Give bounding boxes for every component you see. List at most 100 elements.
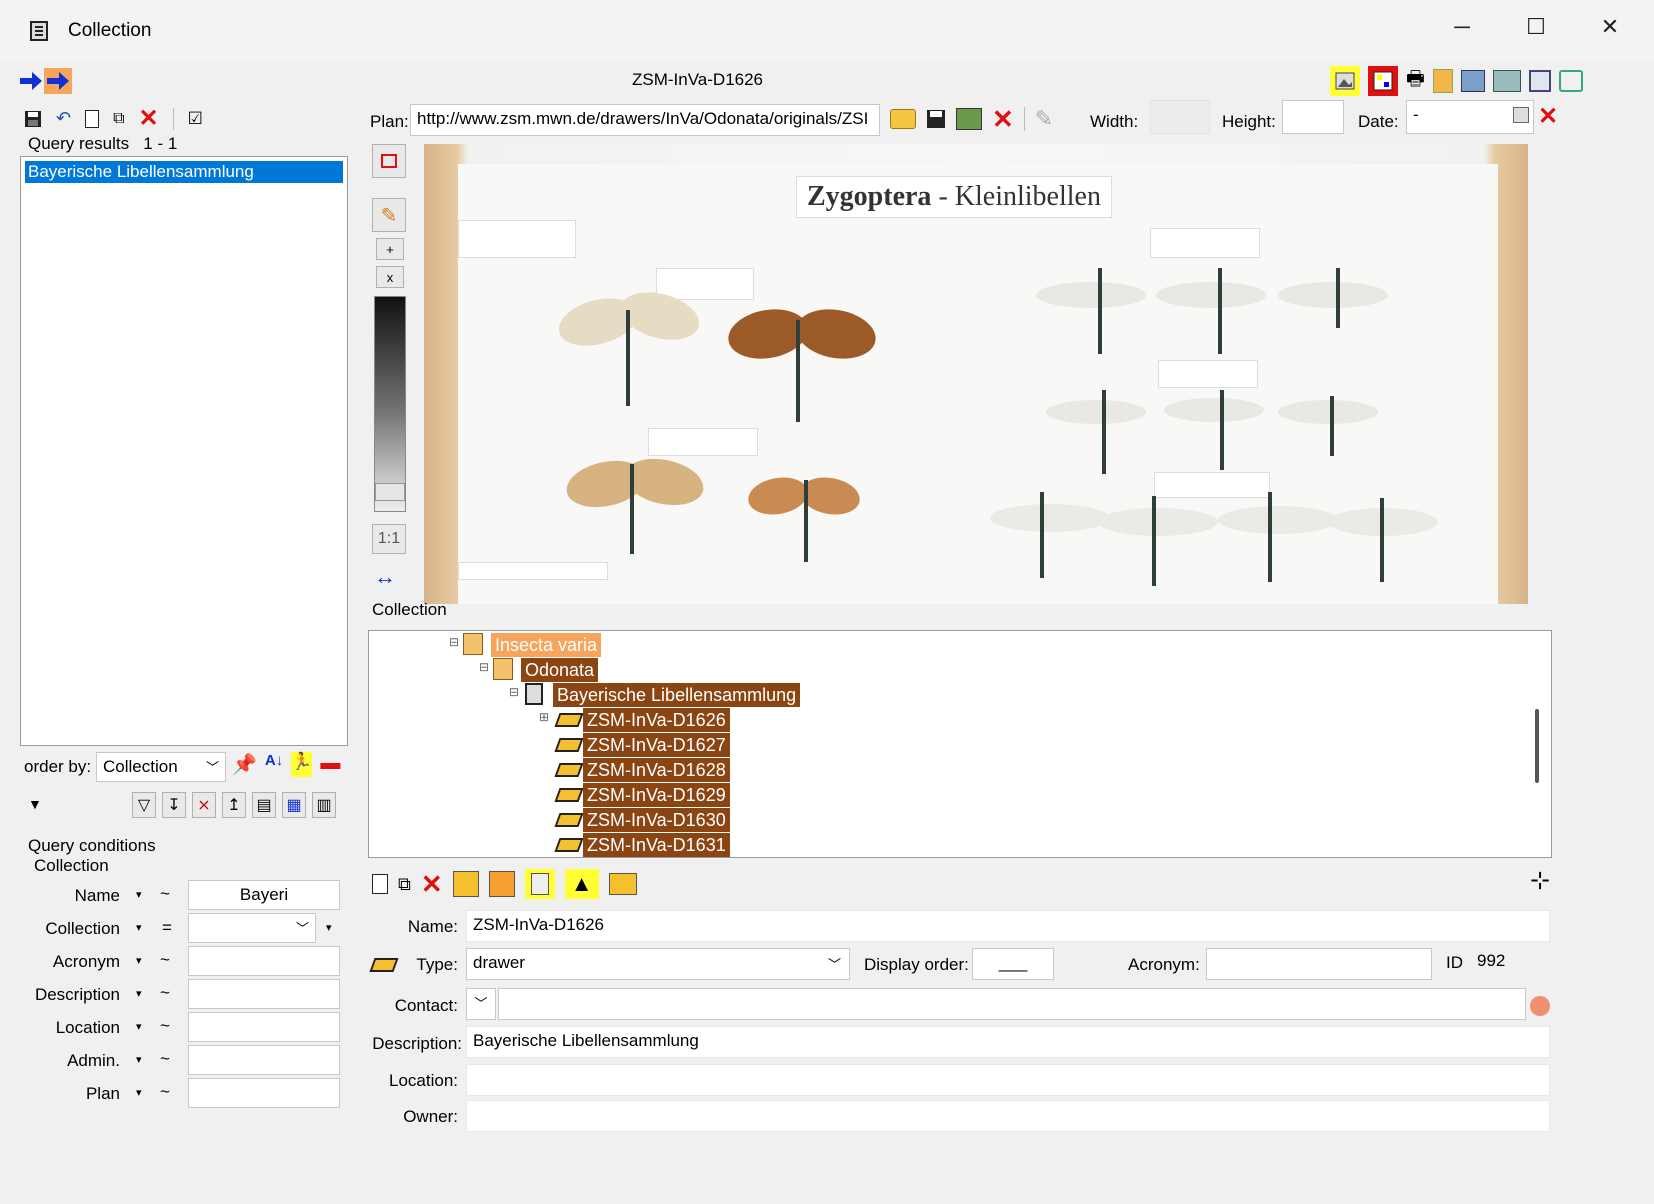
tree-node[interactable]: Odonata xyxy=(521,658,599,682)
drawer-icon[interactable] xyxy=(1432,69,1453,93)
delete-icon[interactable]: ✕ xyxy=(421,869,443,900)
open-folder-icon[interactable] xyxy=(890,109,916,129)
drawer-image[interactable]: Zygoptera - Kleinlibellen xyxy=(424,144,1528,604)
description-condition-input[interactable] xyxy=(188,979,340,1009)
tree-node[interactable]: ZSM-InVa-D1630 xyxy=(583,808,730,832)
catalog-icon[interactable] xyxy=(1460,70,1485,92)
warning-icon[interactable]: ▲ xyxy=(564,869,599,899)
expand-icon[interactable]: ⊞ xyxy=(539,710,549,724)
clear-date-icon[interactable]: ✕ xyxy=(1538,102,1558,131)
zoom-in-button[interactable]: + xyxy=(376,238,404,260)
new-icon[interactable] xyxy=(85,109,100,128)
image-icon[interactable] xyxy=(1330,66,1360,96)
zoom-1to1-button[interactable]: 1:1 xyxy=(372,524,406,554)
owner-input[interactable] xyxy=(466,1100,1550,1132)
image-save-icon[interactable] xyxy=(956,108,982,130)
add-all-icon[interactable]: ↥ xyxy=(222,792,246,818)
rectangle-tool-button[interactable] xyxy=(372,144,406,178)
date-input[interactable]: - xyxy=(1406,100,1534,134)
document-icon[interactable] xyxy=(524,869,555,899)
display-order-input[interactable]: ___ xyxy=(972,948,1054,980)
contact-dropdown[interactable]: ﹀ xyxy=(466,988,496,1020)
extra-dropdown-icon[interactable]: ▾ xyxy=(326,921,332,934)
fit-width-icon[interactable]: ↔ xyxy=(374,564,396,590)
operator-dropdown-icon[interactable]: ▾ xyxy=(136,954,142,967)
list-item[interactable]: Bayerische Libellensammlung xyxy=(25,161,343,183)
tree-node[interactable]: Insecta varia xyxy=(491,633,602,657)
contact-input[interactable] xyxy=(498,988,1526,1020)
columns-icon[interactable]: ▥ xyxy=(312,792,336,818)
operator-dropdown-icon[interactable]: ▾ xyxy=(136,1053,142,1066)
checkbox-icon[interactable]: ☑ xyxy=(188,109,203,129)
pin-layout-icon[interactable]: ⊹ xyxy=(1530,866,1550,895)
preview-icon[interactable] xyxy=(1528,70,1551,92)
maximize-button[interactable]: ☐ xyxy=(1506,14,1566,40)
admin-condition-input[interactable] xyxy=(188,1045,340,1075)
run-query-icon[interactable]: 🏃 xyxy=(291,752,313,777)
delete-plan-icon[interactable]: ✕ xyxy=(992,104,1014,135)
tree-node[interactable]: ZSM-InVa-D1631 xyxy=(583,833,730,857)
tree-scrollbar[interactable] xyxy=(1535,709,1539,783)
tree-node[interactable]: ZSM-InVa-D1626 xyxy=(583,708,730,732)
tree-node[interactable]: ZSM-InVa-D1629 xyxy=(583,783,730,807)
zoom-reset-button[interactable]: x xyxy=(376,266,404,288)
operator-dropdown-icon[interactable]: ▾ xyxy=(136,1020,142,1033)
type-menu-icon[interactable] xyxy=(608,873,637,895)
delete-icon[interactable]: ✕ xyxy=(139,104,159,133)
remove-from-list-icon[interactable]: ⨯ xyxy=(192,792,216,818)
height-input[interactable] xyxy=(1282,100,1344,134)
pencil-tool-button[interactable]: ✎ xyxy=(372,198,406,232)
save-icon[interactable] xyxy=(24,110,42,128)
remove-icon[interactable]: ▬ xyxy=(320,752,340,777)
list-icon[interactable]: ▤ xyxy=(252,792,276,818)
location-condition-input[interactable] xyxy=(188,1012,340,1042)
plan-icon[interactable] xyxy=(1368,66,1398,96)
close-button[interactable]: ✕ xyxy=(1580,14,1640,40)
collapse-icon[interactable]: ⊟ xyxy=(509,685,519,699)
copy-icon[interactable]: ⧉ xyxy=(113,110,124,128)
acronym-input[interactable] xyxy=(1206,948,1432,980)
minimize-button[interactable]: ─ xyxy=(1432,14,1492,40)
expand-down-icon[interactable]: ▼ xyxy=(28,796,42,812)
copy-icon[interactable]: ⧉ xyxy=(398,874,411,895)
description-input[interactable]: Bayerische Libellensammlung xyxy=(466,1026,1550,1058)
calendar-icon[interactable] xyxy=(1513,107,1529,123)
remove-parent-icon[interactable] xyxy=(488,871,515,897)
name-input[interactable]: ZSM-InVa-D1626 xyxy=(466,910,1550,942)
order-by-select[interactable]: Collection ﹀ xyxy=(96,752,226,782)
new-icon[interactable] xyxy=(372,874,388,894)
undo-icon[interactable]: ↶ xyxy=(56,108,71,129)
operator-dropdown-icon[interactable]: ▾ xyxy=(136,888,142,901)
collapse-icon[interactable]: ⊟ xyxy=(449,635,459,649)
set-parent-icon[interactable] xyxy=(452,871,479,897)
query-results-list[interactable]: Bayerische Libellensammlung xyxy=(20,156,348,746)
zoom-slider-thumb[interactable] xyxy=(375,483,405,501)
acronym-condition-input[interactable] xyxy=(188,946,340,976)
contact-link-icon[interactable] xyxy=(1530,996,1550,1016)
type-select[interactable]: drawer ﹀ xyxy=(466,948,850,980)
name-condition-input[interactable]: Bayeri xyxy=(188,880,340,910)
forward-arrow-icon[interactable] xyxy=(44,68,72,94)
pin-icon[interactable]: 📌 xyxy=(232,752,257,777)
printer-icon[interactable]: 🖶 xyxy=(1406,64,1425,98)
collection-tree[interactable]: ⊟ Insecta varia ⊟ Odonata ⊟ Bayerische L… xyxy=(368,630,1552,858)
width-input[interactable] xyxy=(1150,100,1210,134)
operator-dropdown-icon[interactable]: ▾ xyxy=(136,1086,142,1099)
tree-node[interactable]: Bayerische Libellensammlung xyxy=(553,683,801,707)
table-icon[interactable]: ▦ xyxy=(282,792,306,818)
add-to-list-icon[interactable]: ↧ xyxy=(162,792,186,818)
tree-node[interactable]: ZSM-InVa-D1627 xyxy=(583,733,730,757)
operator-dropdown-icon[interactable]: ▾ xyxy=(136,921,142,934)
zoom-slider[interactable] xyxy=(374,296,406,512)
location-input[interactable] xyxy=(466,1064,1550,1096)
export-icon[interactable] xyxy=(1558,70,1583,92)
collection-condition-select[interactable]: ﹀ xyxy=(188,913,316,943)
edit-list-icon[interactable] xyxy=(1492,70,1521,92)
collapse-icon[interactable]: ⊟ xyxy=(479,660,489,674)
sort-az-icon[interactable]: A↓ xyxy=(265,752,283,777)
back-arrow-icon[interactable] xyxy=(18,70,44,92)
operator-dropdown-icon[interactable]: ▾ xyxy=(136,987,142,1000)
plan-url-input[interactable]: http://www.zsm.mwn.de/drawers/InVa/Odona… xyxy=(410,104,880,136)
tree-node[interactable]: ZSM-InVa-D1628 xyxy=(583,758,730,782)
plan-condition-input[interactable] xyxy=(188,1078,340,1108)
